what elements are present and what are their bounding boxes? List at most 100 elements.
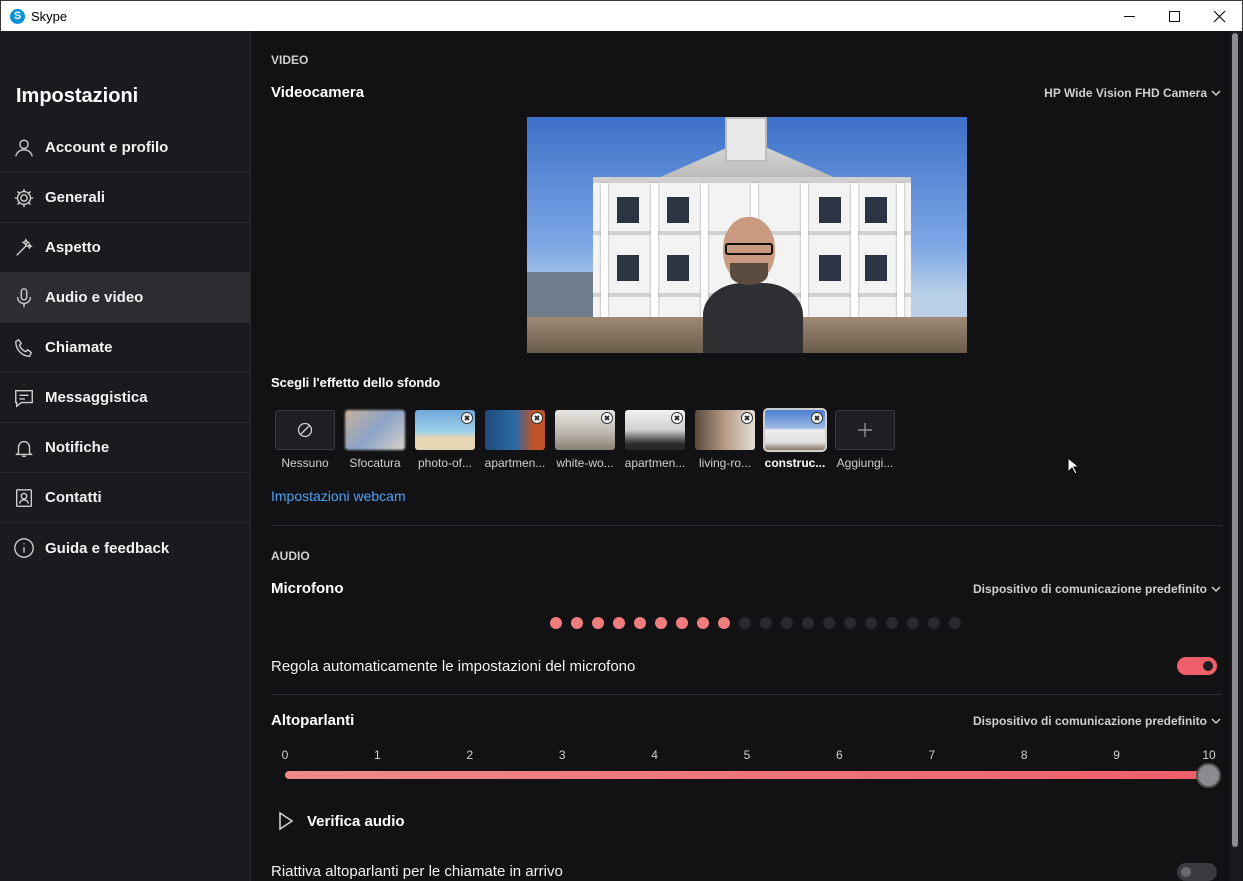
preview-scenery: [725, 117, 767, 162]
volume-tick-label: 3: [558, 748, 566, 762]
bell-icon: [12, 436, 36, 460]
gear-icon: [12, 186, 36, 210]
add-thumb: [835, 410, 895, 450]
volume-tick-label: 2: [466, 748, 474, 762]
meter-dot: [550, 617, 562, 629]
toggle-knob: [1181, 867, 1191, 877]
sidebar-item-general[interactable]: Generali: [0, 173, 250, 223]
bg-option-image[interactable]: photo-of...: [415, 410, 475, 478]
sidebar-item-audio-video[interactable]: Audio e video: [0, 273, 250, 323]
sidebar-item-appearance[interactable]: Aspetto: [0, 223, 250, 273]
sidebar-item-label: Notifiche: [45, 439, 110, 456]
phone-icon: [12, 336, 36, 360]
divider: [271, 525, 1222, 526]
window-title: Skype: [31, 9, 68, 24]
remove-icon[interactable]: [461, 412, 473, 424]
sidebar-item-help[interactable]: Guida e feedback: [0, 523, 250, 573]
remove-icon[interactable]: [671, 412, 683, 424]
meter-dot: [949, 617, 961, 629]
volume-tick-label: 1: [374, 748, 381, 762]
microphone-device-value: Dispositivo di comunicazione predefinito: [972, 582, 1207, 596]
bg-option-add[interactable]: Aggiungi...: [835, 410, 895, 478]
meter-dot: [739, 617, 751, 629]
volume-tick-label: 8: [1020, 748, 1028, 762]
bg-option-image-selected[interactable]: construc...: [763, 408, 827, 478]
meter-dot: [907, 617, 919, 629]
webcam-settings-link[interactable]: Impostazioni webcam: [271, 488, 406, 504]
sidebar-item-label: Aspetto: [45, 239, 101, 256]
meter-dot: [718, 617, 730, 629]
sidebar-item-calls[interactable]: Chiamate: [0, 323, 250, 373]
meter-dot: [865, 617, 877, 629]
title-bar: S Skype: [0, 0, 1243, 31]
unmute-speakers-toggle[interactable]: [1177, 863, 1217, 881]
mouse-cursor-icon: [1067, 457, 1079, 475]
close-button[interactable]: [1197, 1, 1242, 31]
bg-option-image[interactable]: living-ro...: [695, 410, 755, 478]
bg-option-caption: Aggiungi...: [836, 456, 894, 470]
sidebar-item-contacts[interactable]: Contatti: [0, 473, 250, 523]
bg-option-image[interactable]: apartmen...: [625, 410, 685, 478]
magic-wand-icon: [12, 236, 36, 260]
volume-tick-label: 5: [743, 748, 751, 762]
meter-dot: [634, 617, 646, 629]
microphone-level-meter: [550, 617, 961, 629]
none-thumb: [275, 410, 335, 450]
skype-logo-icon: S: [10, 9, 25, 24]
volume-tick-label: 7: [928, 748, 936, 762]
bg-option-caption: Nessuno: [281, 456, 329, 470]
meter-dot: [823, 617, 835, 629]
volume-slider-handle[interactable]: [1196, 763, 1221, 788]
bg-option-caption: photo-of...: [417, 456, 473, 470]
volume-tick-label: 0: [281, 748, 289, 762]
sidebar-item-label: Account e profilo: [45, 139, 169, 156]
sidebar-item-messaging[interactable]: Messaggistica: [0, 373, 250, 423]
bg-option-caption: construc...: [764, 456, 826, 470]
bg-option-caption: white-wo...: [556, 456, 614, 470]
camera-device-value: HP Wide Vision FHD Camera: [1044, 86, 1207, 100]
person-icon: [12, 136, 36, 160]
maximize-button[interactable]: [1152, 1, 1197, 31]
bg-option-image[interactable]: white-wo...: [555, 410, 615, 478]
auto-adjust-toggle[interactable]: [1177, 657, 1217, 675]
play-icon: [279, 811, 294, 831]
bg-option-caption: living-ro...: [698, 456, 751, 470]
volume-slider-track[interactable]: [285, 771, 1209, 779]
divider: [271, 694, 1222, 695]
remove-icon[interactable]: [811, 412, 823, 424]
sidebar-item-label: Messaggistica: [45, 389, 148, 406]
chevron-down-icon: [1211, 718, 1221, 725]
meter-dot: [697, 617, 709, 629]
scrollbar-thumb[interactable]: [1232, 33, 1238, 847]
microphone-icon: [12, 286, 36, 310]
volume-tick-label: 4: [651, 748, 658, 762]
speakers-device-select[interactable]: Dispositivo di comunicazione predefinito: [973, 714, 1221, 728]
chevron-down-icon: [1211, 586, 1221, 593]
test-audio-button[interactable]: Verifica audio: [275, 811, 405, 831]
bg-option-blur[interactable]: Sfocatura: [345, 410, 405, 478]
sidebar-item-notifications[interactable]: Notifiche: [0, 423, 250, 473]
scrollbar[interactable]: [1230, 31, 1242, 881]
speakers-label: Altoparlanti: [271, 712, 355, 729]
sidebar-item-label: Chiamate: [45, 339, 113, 356]
volume-tick-label: 10: [1202, 748, 1216, 762]
sidebar-item-label: Audio e video: [45, 289, 144, 306]
bg-option-none[interactable]: Nessuno: [275, 410, 335, 478]
remove-icon[interactable]: [531, 412, 543, 424]
microphone-device-select[interactable]: Dispositivo di comunicazione predefinito: [973, 582, 1221, 596]
remove-icon[interactable]: [601, 412, 613, 424]
remove-icon[interactable]: [741, 412, 753, 424]
toggle-knob: [1203, 661, 1213, 671]
bg-option-image[interactable]: apartmen...: [485, 410, 545, 478]
microphone-label: Microfono: [271, 580, 344, 597]
info-icon: [12, 536, 36, 560]
meter-dot: [886, 617, 898, 629]
meter-dot: [655, 617, 667, 629]
camera-device-select[interactable]: HP Wide Vision FHD Camera: [1044, 86, 1221, 100]
minimize-button[interactable]: [1107, 1, 1152, 31]
meter-dot: [676, 617, 688, 629]
meter-dot: [928, 617, 940, 629]
sidebar-item-label: Generali: [45, 189, 106, 206]
sidebar-heading: Impostazioni: [16, 85, 139, 107]
sidebar-item-account[interactable]: Account e profilo: [0, 123, 250, 173]
